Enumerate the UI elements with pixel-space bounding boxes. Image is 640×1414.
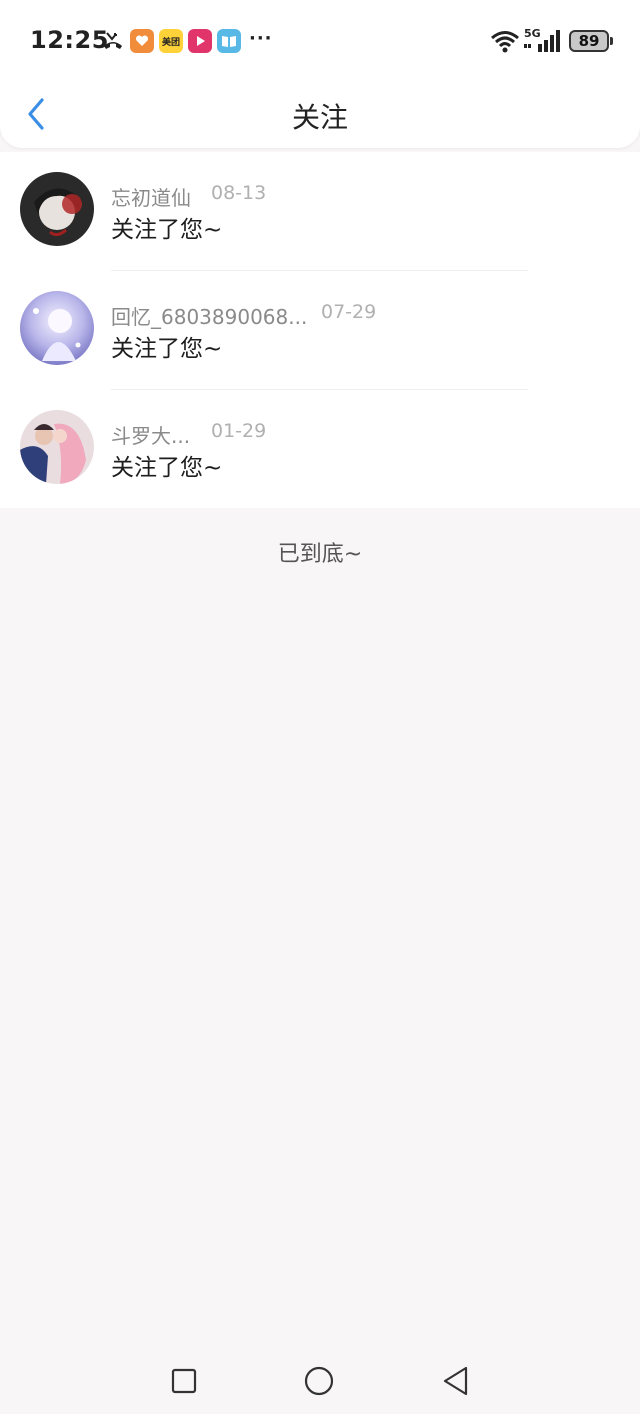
timestamp: 07-29 [321, 301, 377, 323]
avatar[interactable] [20, 410, 94, 484]
status-time: 12:25 [30, 26, 109, 54]
timestamp: 08-13 [211, 182, 267, 204]
header: 12:25 美团 ··· 5G 89 关注 [0, 0, 640, 148]
message-text: 关注了您~ [111, 336, 223, 362]
status-bar: 12:25 美团 ··· 5G 89 [0, 0, 640, 80]
navigation-bar: 关注 [0, 84, 640, 148]
square-icon [171, 1368, 197, 1394]
message-text: 关注了您~ [111, 455, 223, 481]
battery-indicator: 89 [569, 30, 609, 52]
circle-icon [304, 1366, 334, 1396]
home-button[interactable] [302, 1364, 336, 1398]
triangle-back-icon [443, 1366, 468, 1396]
list-item[interactable]: 回忆_6803890068... 07-29 关注了您~ [0, 271, 640, 390]
timestamp: 01-29 [211, 420, 267, 442]
list-item[interactable]: 忘初道仙 08-13 关注了您~ [0, 152, 640, 271]
recent-apps-button[interactable] [167, 1364, 201, 1398]
end-of-list-text: 已到底~ [277, 542, 363, 567]
avatar[interactable] [20, 291, 94, 365]
meituan-app-icon: 美团 [159, 29, 183, 53]
system-navigation-bar [0, 1344, 640, 1414]
more-notifications-icon: ··· [249, 28, 273, 49]
user-name[interactable]: 斗罗大... [111, 420, 190, 449]
avatar[interactable] [20, 172, 94, 246]
user-name[interactable]: 回忆_6803890068... [111, 301, 307, 330]
list-item[interactable]: 斗罗大... 01-29 关注了您~ [0, 390, 640, 509]
message-text: 关注了您~ [111, 217, 223, 243]
wifi-icon [490, 28, 520, 54]
missed-call-icon [101, 28, 125, 54]
back-nav-button[interactable] [438, 1364, 472, 1398]
video-app-icon [188, 29, 212, 53]
page-title: 关注 [291, 101, 348, 134]
signal-icon [524, 30, 562, 52]
battery-tip [610, 37, 613, 45]
notification-list: 忘初道仙 08-13 关注了您~ 回忆_6803890068... 07-29 … [0, 152, 640, 508]
book-app-icon [217, 29, 241, 53]
heart-app-icon [130, 29, 154, 53]
user-name[interactable]: 忘初道仙 [111, 182, 191, 211]
